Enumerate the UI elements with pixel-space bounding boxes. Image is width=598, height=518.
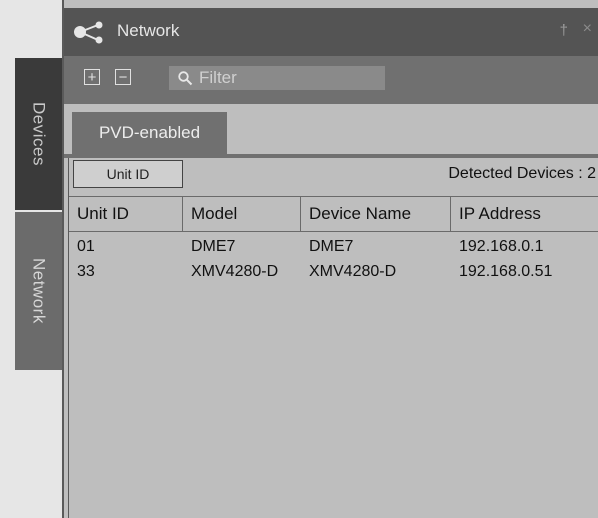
cell-device-name: DME7 <box>309 238 354 255</box>
detected-devices-count: Detected Devices : 2 <box>448 165 596 182</box>
network-panel: Network † × + − PVD-enabled Unit ID Dete… <box>62 0 598 518</box>
search-icon <box>178 71 193 86</box>
column-header-ip-address[interactable]: IP Address <box>451 197 598 231</box>
tab-pvd-enabled-label: PVD-enabled <box>98 123 201 142</box>
network-icon <box>74 21 103 44</box>
filter-input[interactable] <box>199 68 369 88</box>
device-grid-area: Unit ID Detected Devices : 2 Unit ID Mod… <box>68 158 598 518</box>
collapse-all-button[interactable]: − <box>115 69 131 85</box>
table-row[interactable]: 01 DME7 DME7 192.168.0.1 <box>69 238 598 263</box>
cell-ip-address: 192.168.0.51 <box>459 263 553 280</box>
expand-all-button[interactable]: + <box>84 69 100 85</box>
grid-header-row: Unit ID Model Device Name IP Address <box>69 196 598 232</box>
table-row[interactable]: 33 XMV4280-D XMV4280-D 192.168.0.51 <box>69 263 598 288</box>
pin-icon[interactable]: † <box>560 22 568 39</box>
column-header-model[interactable]: Model <box>183 197 301 231</box>
side-tab-devices[interactable]: Devices <box>15 58 62 210</box>
side-tab-network-label: Network <box>29 258 49 324</box>
filter-box[interactable] <box>169 66 385 90</box>
cell-model: DME7 <box>191 238 236 255</box>
panel-toolbar: + − <box>64 56 598 104</box>
side-tab-network[interactable]: Network <box>15 212 62 370</box>
cell-model: XMV4280-D <box>191 263 279 280</box>
column-header-unit-id[interactable]: Unit ID <box>69 197 183 231</box>
cell-ip-address: 192.168.0.1 <box>459 238 544 255</box>
cell-unit-id: 33 <box>77 263 95 280</box>
cell-unit-id: 01 <box>77 238 95 255</box>
sort-unit-id-button[interactable]: Unit ID <box>73 160 183 188</box>
close-icon[interactable]: × <box>583 20 592 38</box>
grid-rows: 01 DME7 DME7 192.168.0.1 33 XMV4280-D XM… <box>69 238 598 288</box>
tab-pvd-enabled[interactable]: PVD-enabled <box>72 112 227 154</box>
cell-device-name: XMV4280-D <box>309 263 397 280</box>
panel-title: Network <box>117 21 180 40</box>
panel-titlebar: Network † × <box>64 8 598 56</box>
column-header-device-name[interactable]: Device Name <box>301 197 451 231</box>
side-tab-strip: Devices Network <box>0 0 62 518</box>
side-tab-devices-label: Devices <box>29 102 49 166</box>
